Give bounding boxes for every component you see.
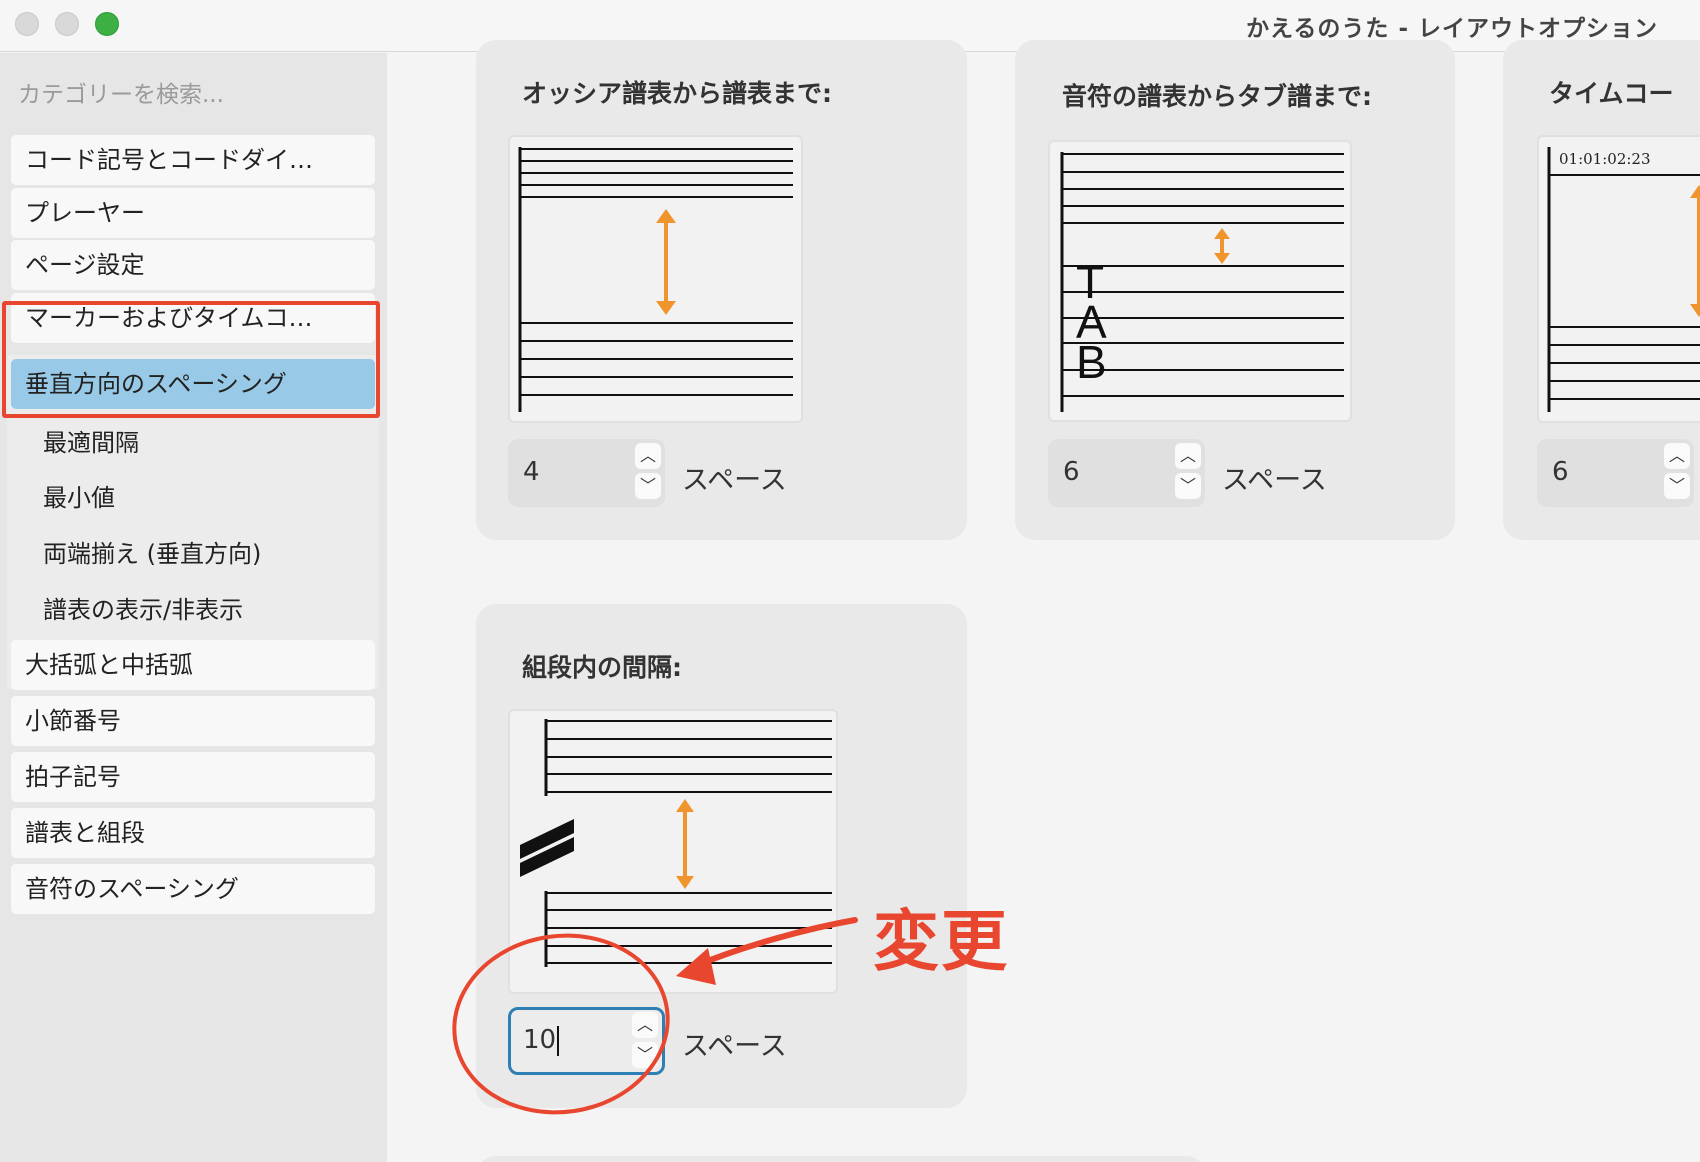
annotation-text: 変更 — [873, 903, 1009, 980]
annotation-arrow — [676, 917, 858, 985]
